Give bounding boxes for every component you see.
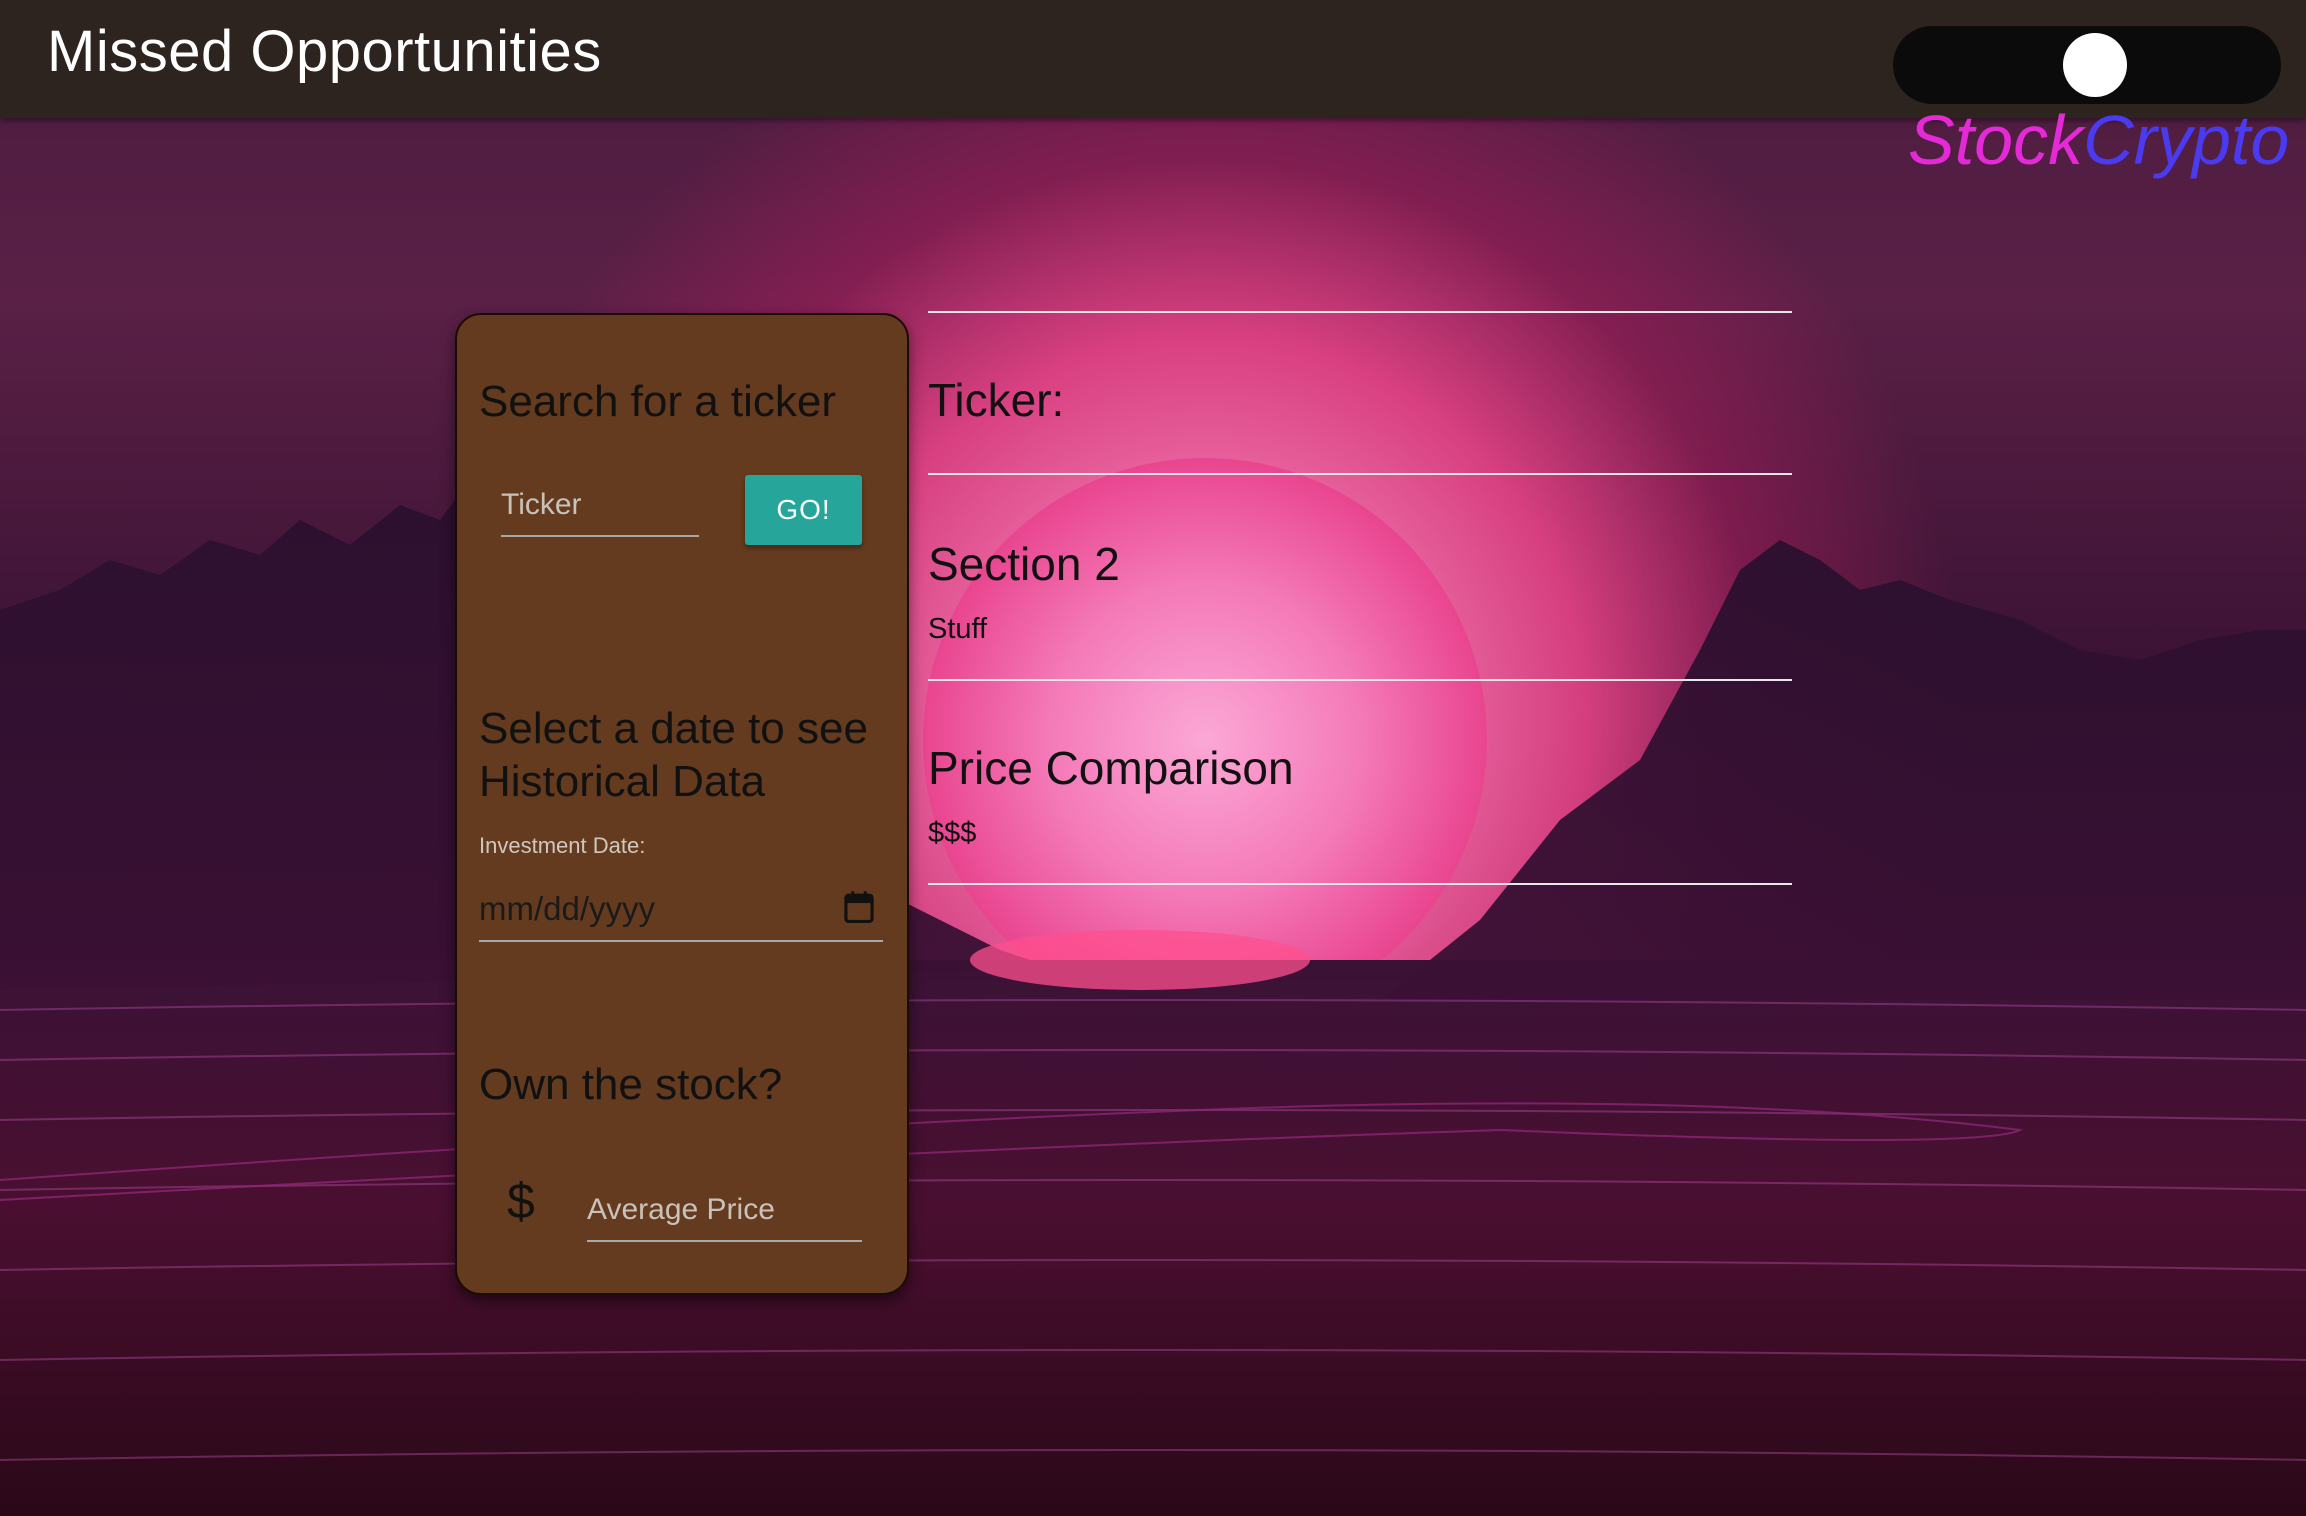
average-price-input[interactable] [587, 1180, 862, 1242]
app-title: Missed Opportunities [47, 19, 602, 84]
divider [928, 679, 1792, 681]
right-mountains [1380, 540, 2306, 1000]
horizon-glow [970, 930, 1310, 990]
date-placeholder: mm/dd/yyyy [479, 890, 656, 927]
section-2-text: Stuff [928, 613, 988, 645]
investment-date-field[interactable]: mm/dd/yyyy [479, 880, 883, 942]
divider [928, 311, 1792, 313]
price-comparison-title: Price Comparison [928, 742, 1294, 794]
dollar-icon: $ [507, 1173, 535, 1229]
stock-label[interactable]: Stock [1908, 101, 2083, 179]
divider [928, 883, 1792, 885]
ticker-input[interactable] [501, 475, 699, 537]
investment-date-label: Investment Date: [479, 833, 646, 858]
date-heading: Select a date to see Historical Data [479, 704, 868, 806]
search-heading: Search for a ticker [479, 377, 837, 426]
search-card: Search for a ticker GO! Select a date to… [455, 313, 909, 1295]
crypto-label[interactable]: Crypto [2083, 101, 2289, 179]
ticker-result-label: Ticker: [928, 374, 1065, 426]
ground-plane [0, 960, 2306, 1516]
stock-crypto-toggle[interactable] [1893, 26, 2281, 104]
mode-label: StockCrypto [1908, 100, 2289, 180]
calendar-icon[interactable] [843, 890, 875, 924]
price-comparison-text: $$$ [928, 817, 977, 849]
own-stock-heading: Own the stock? [479, 1060, 783, 1109]
toggle-knob[interactable] [2063, 33, 2127, 97]
divider [928, 473, 1792, 475]
section-2-title: Section 2 [928, 538, 1120, 590]
go-button[interactable]: GO! [745, 475, 862, 545]
